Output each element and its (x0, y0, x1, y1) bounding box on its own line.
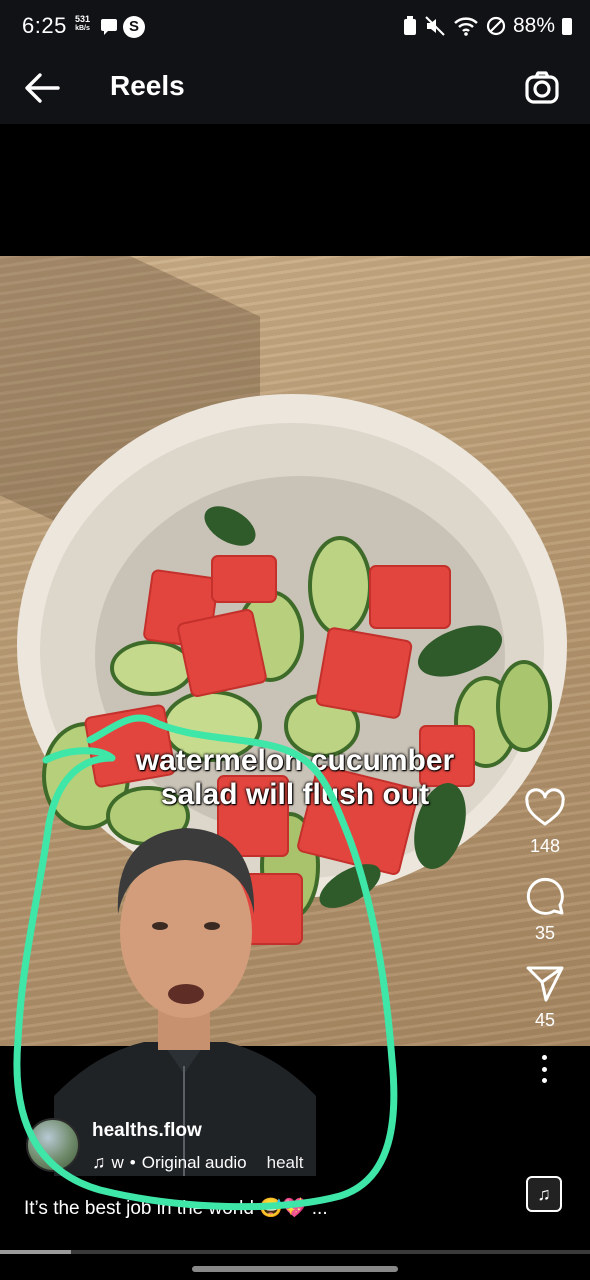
more-dot (542, 1078, 547, 1083)
back-arrow-icon[interactable] (22, 70, 62, 106)
music-note-icon: ♫ (92, 1152, 106, 1172)
share-count: 45 (534, 1010, 556, 1030)
message-icon (101, 19, 117, 35)
home-gesture-bar[interactable] (192, 1266, 398, 1272)
battery-level: 88% (512, 14, 555, 37)
heart-icon[interactable] (524, 788, 566, 830)
comment-count: 35 (534, 923, 556, 943)
post-caption[interactable]: It’s the best job in the world 😅💖 ... (24, 1196, 328, 1220)
creator-username[interactable]: healths.flow (92, 1120, 202, 1142)
reel-video[interactable]: watermelon cucumber salad will flush out… (0, 124, 590, 1228)
audio-separator: • (129, 1152, 136, 1172)
network-speed: 531 kB/s (75, 15, 90, 33)
audio-user: w (111, 1152, 124, 1172)
network-speed-value: 531 (75, 14, 91, 24)
comment-icon[interactable] (524, 875, 566, 917)
camera-icon[interactable] (522, 68, 562, 108)
do-not-disturb-icon (486, 16, 506, 36)
like-action[interactable]: 148 (524, 788, 566, 857)
video-caption-overlay: watermelon cucumber salad will flush out (0, 744, 590, 812)
send-icon[interactable] (524, 962, 566, 1004)
audio-info[interactable]: ♫ w • Original audio healt (92, 1152, 304, 1173)
status-bar: 6:25 531 kB/s S 88% (0, 0, 590, 52)
status-right: 88% (403, 14, 572, 38)
battery-saver-icon (403, 16, 416, 35)
more-dot (542, 1066, 547, 1072)
creator-avatar[interactable] (26, 1118, 80, 1172)
battery-icon (562, 17, 572, 35)
mute-icon (425, 16, 445, 36)
system-nav-bar (0, 1254, 590, 1280)
page-title: Reels (110, 70, 185, 101)
audio-extra: healt (266, 1152, 304, 1172)
audio-label: Original audio (141, 1152, 247, 1172)
share-action[interactable]: 45 (524, 962, 566, 1031)
more-dot (542, 1055, 547, 1060)
comment-action[interactable]: 35 (524, 875, 566, 944)
reels-header: Reels (0, 52, 590, 124)
action-rail: 148 35 45 (520, 788, 570, 1083)
network-speed-unit: kB/s (75, 25, 90, 32)
s-app-icon: S (123, 16, 145, 38)
status-time: 6:25 (22, 13, 67, 38)
audio-thumbnail-icon[interactable]: ♫ (526, 1176, 562, 1212)
more-options-icon[interactable] (542, 1055, 548, 1083)
like-count: 148 (529, 836, 561, 856)
caption-line-1: watermelon cucumber (135, 744, 455, 777)
wifi-icon (454, 17, 478, 36)
